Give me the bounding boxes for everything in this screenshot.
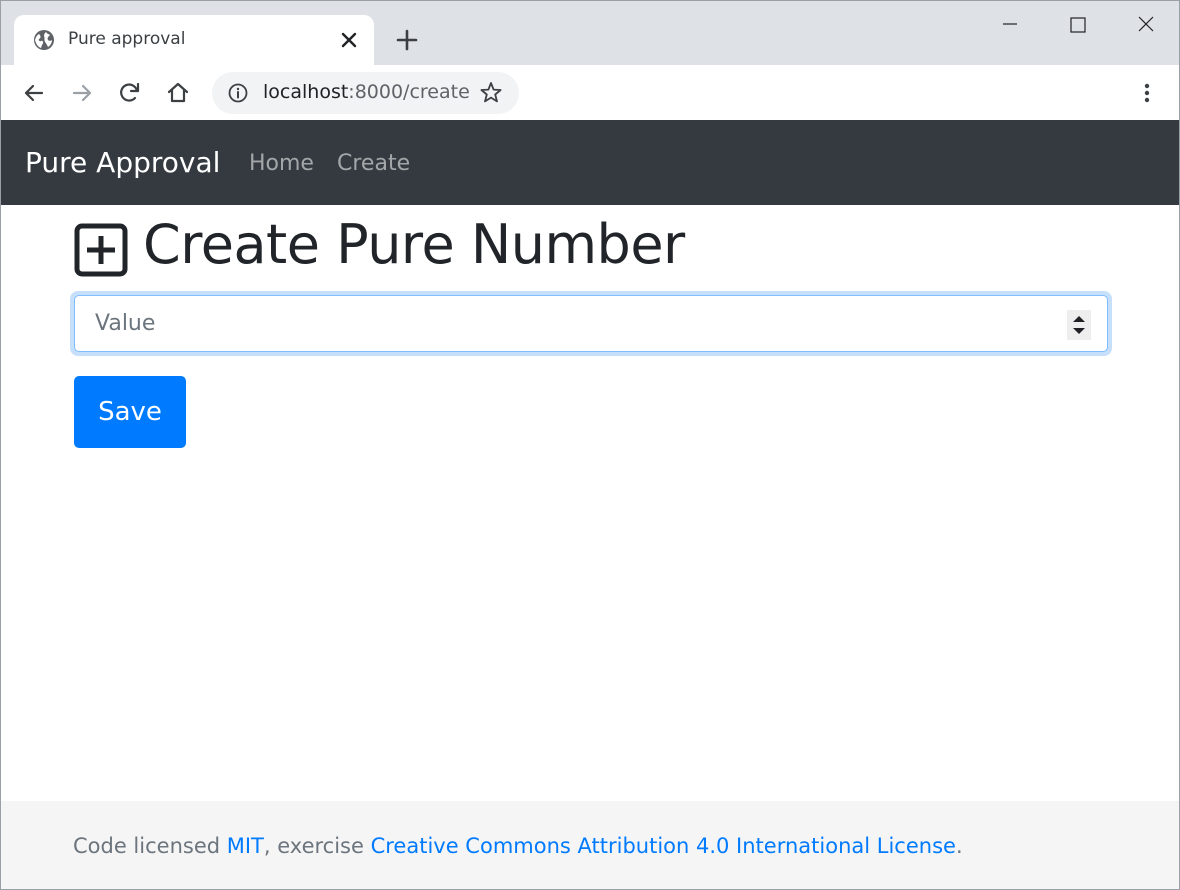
plus-square-icon xyxy=(74,223,128,277)
maximize-icon[interactable] xyxy=(1063,11,1093,39)
browser-tab-active[interactable]: Pure approval xyxy=(14,15,374,66)
new-tab-icon[interactable] xyxy=(393,26,421,54)
kebab-menu-icon[interactable] xyxy=(1135,79,1159,107)
nav-link-create[interactable]: Create xyxy=(337,151,410,176)
address-bar[interactable]: localhost:8000/create xyxy=(212,72,519,114)
globe-icon xyxy=(34,30,54,50)
browser-toolbar: localhost:8000/create xyxy=(1,65,1179,120)
number-spinner-icon[interactable] xyxy=(1067,310,1091,340)
info-icon[interactable] xyxy=(227,82,249,104)
bookmark-star-icon[interactable] xyxy=(478,80,504,106)
footer-suffix: . xyxy=(955,834,963,858)
url-text: localhost:8000/create xyxy=(263,81,470,103)
navbar-brand[interactable]: Pure Approval xyxy=(25,146,220,179)
mit-license-link[interactable]: MIT xyxy=(227,834,264,858)
close-tab-icon[interactable] xyxy=(338,29,360,51)
footer-middle: , exercise xyxy=(263,834,371,858)
window-close-icon[interactable] xyxy=(1131,11,1161,39)
footer-text: Code licensed MIT, exercise Creative Com… xyxy=(73,834,963,858)
back-arrow-icon[interactable] xyxy=(20,79,48,107)
home-icon[interactable] xyxy=(164,79,192,107)
minimize-icon[interactable] xyxy=(995,11,1025,39)
url-path: :8000/create xyxy=(348,81,470,103)
browser-tab-strip: Pure approval xyxy=(1,1,1179,66)
value-input[interactable] xyxy=(75,296,1065,351)
page-title: Create Pure Number xyxy=(143,213,685,276)
app-navbar: Pure Approval Home Create xyxy=(1,120,1179,205)
forward-arrow-icon[interactable] xyxy=(68,79,96,107)
footer-prefix: Code licensed xyxy=(73,834,227,858)
page-footer: Code licensed MIT, exercise Creative Com… xyxy=(1,801,1179,889)
url-host: localhost xyxy=(263,81,349,103)
reload-icon[interactable] xyxy=(116,79,144,107)
value-input-focus-ring xyxy=(70,291,1112,356)
save-button[interactable]: Save xyxy=(74,376,186,448)
tab-title: Pure approval xyxy=(68,29,186,49)
value-input-box xyxy=(74,295,1108,352)
nav-link-home[interactable]: Home xyxy=(249,151,314,176)
cc-license-link[interactable]: Creative Commons Attribution 4.0 Interna… xyxy=(371,834,956,858)
